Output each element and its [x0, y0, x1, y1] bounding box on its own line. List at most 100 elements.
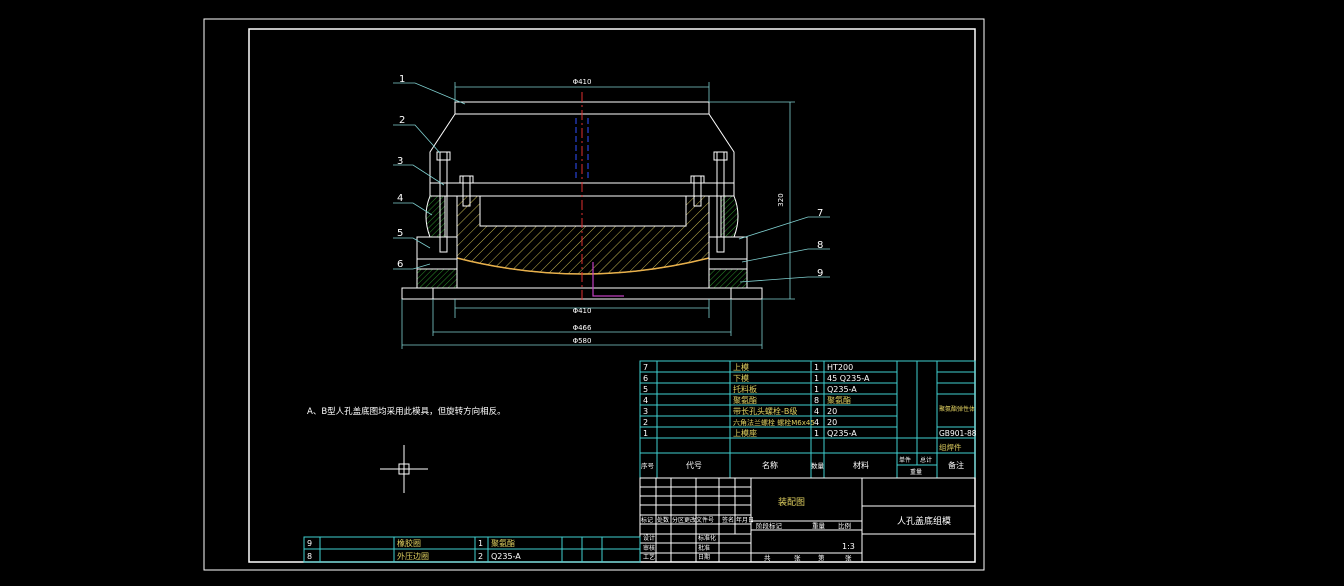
upper-die-left-side [429, 113, 456, 183]
tb-sheet-unit-a: 张 [794, 553, 801, 562]
bom-row-material: Q235-A [827, 385, 857, 394]
bom-row-remark: 组焊件 [939, 442, 962, 452]
tb-sheet-no: 第 [818, 553, 825, 562]
bom-row-material: 20 [827, 418, 837, 427]
dim-height: 320 [777, 193, 785, 206]
dim-mid-width: Φ466 [573, 324, 592, 332]
lower-bom-row: 9 橡胶圈 1 聚氨酯 [307, 538, 515, 548]
crosshair-cursor [380, 445, 428, 493]
bom-row: 1 上模座 1 Q235-A 组焊件 [643, 428, 962, 452]
bom-row-material: 聚氨酯 [827, 395, 851, 405]
tb-count-label: 处数 [657, 516, 669, 524]
window-box [479, 195, 687, 227]
bom-header-name: 名称 [762, 460, 778, 470]
bom-header: 序号 代号 名称 数量 材料 单件 总计 重量 备注 [641, 456, 964, 476]
dim-base-width: Φ580 [573, 337, 592, 345]
assembly-drawing: Φ410 320 Φ410 Φ466 Φ580 1 2 3 4 5 6 7 8 … [393, 74, 830, 349]
left-lower-block [416, 268, 458, 289]
callout-7: 7 [817, 208, 823, 219]
bom-row-no: 6 [643, 374, 648, 383]
upper-die-right-side [708, 113, 735, 183]
bom-row-no: 4 [643, 396, 648, 405]
bom-row-qty: 1 [814, 429, 819, 438]
tb-scale-label: 比例 [838, 521, 851, 530]
bom-header-unit-weight: 单件 [899, 456, 911, 464]
bom-row: 7 上模 1 HT200 [643, 362, 853, 372]
tb-role-date: 日期 [698, 553, 710, 561]
right-rubber-ring [708, 258, 748, 270]
bom-row-qty: 1 [814, 363, 819, 372]
bom-row-material: Q235-A [827, 429, 857, 438]
tb-change-label: 更改文件号 [684, 516, 714, 524]
bom-row-name: 托料板 [733, 384, 757, 394]
bom-header-qty: 数量 [811, 461, 825, 470]
dim-inner-width: Φ410 [573, 307, 592, 315]
cad-drawing-canvas: Φ410 320 Φ410 Φ466 Φ580 1 2 3 4 5 6 7 8 … [203, 18, 985, 571]
right-long-bolt-head [713, 151, 728, 161]
dim-top-width: Φ410 [573, 78, 592, 86]
left-rubber-ring [416, 258, 458, 270]
lower-bom-grid [303, 536, 641, 563]
bom-header-remark: 备注 [948, 460, 964, 470]
bom-header-weight: 重量 [910, 468, 922, 476]
bom-header-material: 材料 [853, 460, 869, 470]
bom-row: 6 下模 1 45 Q235-A [643, 373, 870, 383]
lower-bom-no: 9 [307, 539, 312, 548]
left-pressure-ring [416, 236, 458, 260]
callout-5: 5 [397, 228, 403, 239]
tb-weight-label: 重量 [812, 522, 826, 530]
bom-row-name: 聚氨酯 [733, 395, 757, 405]
tb-sign-label: 签名 [722, 516, 734, 524]
bom-row-remark: 聚氨酯弹性体 [939, 405, 975, 413]
callout-9: 9 [817, 268, 823, 279]
bom-row-qty: 4 [814, 418, 819, 427]
callout-4: 4 [397, 193, 403, 204]
bom-row-material: 45 Q235-A [827, 374, 870, 383]
bom-row-qty: 8 [814, 396, 819, 405]
bom-row-name: 六角法兰螺栓 螺栓M6x45 [733, 418, 815, 427]
scale-value: 1:3 [842, 542, 855, 551]
left-short-bolt-head [459, 175, 474, 184]
lower-bom-name: 橡胶圈 [397, 538, 421, 548]
tb-sheet-unit-b: 张 [845, 553, 852, 562]
bom-row: 2 六角法兰螺栓 螺栓M6x45 4 20 GB901-88 [643, 418, 977, 438]
left-long-bolt-head [436, 151, 451, 161]
tb-mark-label: 标记 [641, 516, 653, 524]
tb-role-design: 设计 [643, 534, 655, 542]
lower-bom-name: 外压边圈 [397, 551, 429, 561]
bom-row-no: 1 [643, 429, 648, 438]
callout-3: 3 [397, 156, 403, 167]
lower-bom-row: 8 外压边圈 2 Q235-A [307, 551, 521, 561]
callout-2: 2 [399, 115, 405, 126]
lower-bom-material: Q235-A [491, 552, 521, 561]
right-lower-block [708, 268, 748, 289]
bom-row-qty: 1 [814, 385, 819, 394]
callout-1: 1 [399, 74, 405, 85]
bom-row-no: 2 [643, 418, 648, 427]
lower-bom-material: 聚氨酯 [491, 538, 515, 548]
drawing-title: 人孔盖底组模 [897, 515, 951, 527]
tb-role-review: 审核 [643, 544, 655, 552]
bom-row-name: 带长孔头螺栓-B级 [733, 406, 797, 416]
bom-row-material: 20 [827, 407, 837, 416]
tb-role-process: 工艺 [643, 553, 655, 561]
lower-bom-qty: 2 [478, 552, 483, 561]
bom-row: 4 聚氨酯 8 聚氨酯 聚氨酯弹性体 [643, 395, 975, 413]
tb-sheet-total: 共 [764, 553, 771, 562]
bom-row-no: 7 [643, 363, 648, 372]
bom-row-name: 上模 [733, 362, 749, 372]
tb-role-standard: 标准化 [698, 534, 716, 542]
callout-8: 8 [817, 240, 823, 251]
bom-row: 3 带长孔头螺栓-B级 4 20 [643, 406, 837, 416]
tb-date-label: 年月日 [736, 516, 754, 524]
bom-row-qty: 1 [814, 374, 819, 383]
bom-row-name: 下模 [733, 373, 749, 383]
bom-header-total-weight: 总计 [920, 456, 932, 464]
callout-6: 6 [397, 259, 403, 270]
lower-bom-no: 8 [307, 552, 312, 561]
bom-row-qty: 4 [814, 407, 819, 416]
assembly-label: 装配图 [778, 496, 805, 508]
bom-row: 5 托料板 1 Q235-A [643, 384, 857, 394]
bom-header-no: 序号 [641, 461, 655, 470]
lower-die-body [456, 195, 710, 275]
